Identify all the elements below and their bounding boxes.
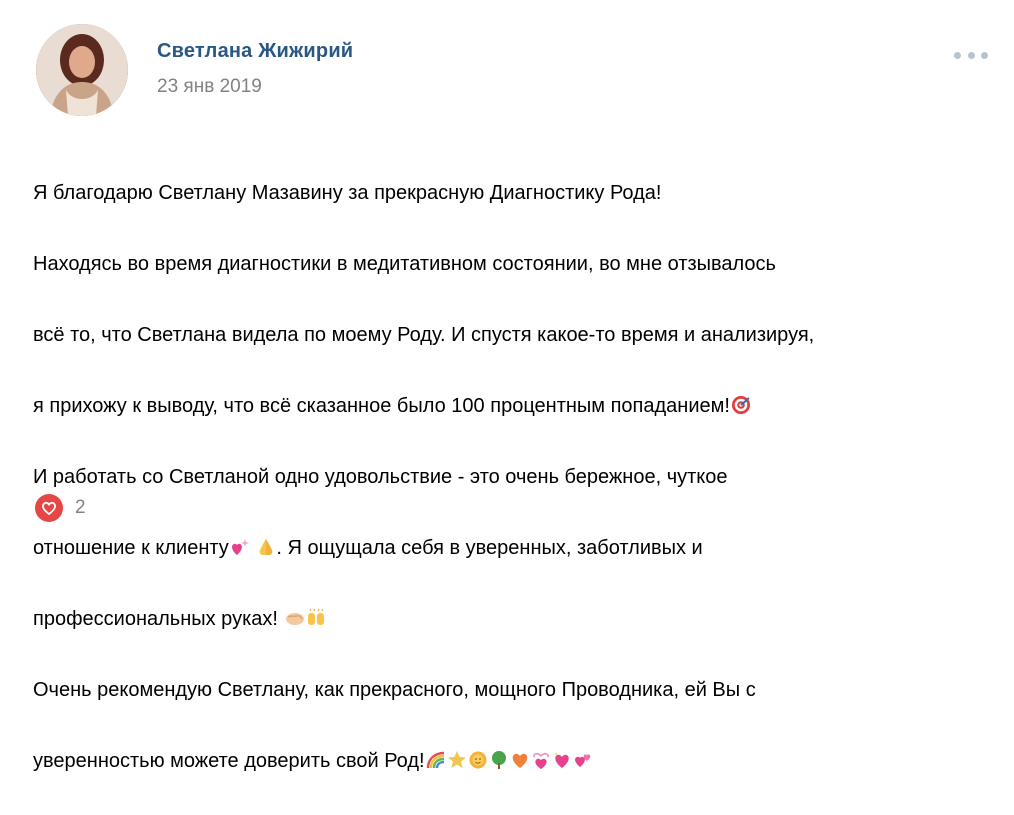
post-date[interactable]: 23 янв 2019 <box>157 76 262 98</box>
text-line: отношение к клиенту . Я ощущала себя в у… <box>33 531 998 567</box>
text-fragment: уверенностью можете доверить свой Род! <box>33 749 425 772</box>
text-fragment: профессиональных руках! <box>33 607 278 630</box>
sparkling-heart-icon <box>553 751 569 768</box>
direct-hit-icon <box>731 395 750 414</box>
text-line: я прихожу к выводу, что всё сказанное бы… <box>33 389 998 425</box>
like-count: 2 <box>75 497 86 518</box>
dot <box>967 51 975 59</box>
text-line: Я благодарю Светлану Мазавину за прекрас… <box>33 181 662 204</box>
ribbon-heart-icon <box>532 752 549 769</box>
more-dots-icon[interactable] <box>954 47 988 63</box>
text-fragment: я прихожу к выводу, что всё сказанное бы… <box>33 394 730 417</box>
text-line: Находясь во время диагностики в медитати… <box>33 252 776 275</box>
text-line: всё то, что Светлана видела по моему Род… <box>33 323 815 346</box>
raised-hands-icon <box>307 608 324 625</box>
dot <box>981 51 988 59</box>
praying-hands-icon <box>259 538 273 555</box>
post-card: Светлана Жижирий 23 янв 2019 Я благодарю… <box>0 0 1014 772</box>
text-line: Очень рекомендую Светлану, как прекрасно… <box>33 678 756 701</box>
text-line: уверенностью можете доверить свой Род! <box>33 744 998 780</box>
tree-icon <box>491 750 506 769</box>
like-button[interactable]: 2 <box>35 494 86 522</box>
author-name[interactable]: Светлана Жижирий <box>157 40 353 63</box>
post-text: Я благодарю Светлану Мазавину за прекрас… <box>33 140 998 815</box>
rainbow-icon <box>426 751 444 768</box>
text-fragment: отношение к клиенту <box>33 536 229 559</box>
two-hearts-icon <box>574 753 590 767</box>
star-icon <box>447 750 466 768</box>
heart-icon <box>35 494 63 522</box>
avatar[interactable] <box>36 24 128 116</box>
dot <box>954 51 961 59</box>
text-line: профессиональных руках! <box>33 602 998 638</box>
text-fragment: . Я ощущала себя в уверенных, заботливых… <box>276 536 703 559</box>
heart-sparkle-icon <box>231 538 249 555</box>
sun-icon <box>469 751 487 768</box>
text-line: И работать со Светланой одно удовольстви… <box>33 465 728 488</box>
handshake-icon <box>285 612 304 625</box>
orange-heart-icon <box>512 753 527 768</box>
